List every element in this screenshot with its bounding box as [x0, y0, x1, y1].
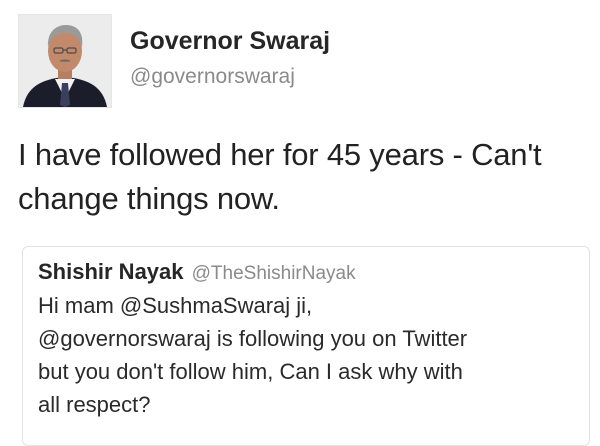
quoted-text-line: all respect? [38, 392, 151, 417]
author-names: Governor Swaraj @governorswaraj [130, 26, 330, 90]
avatar-portrait-icon [19, 15, 111, 107]
tweet-text: I have followed her for 45 years - Can't… [18, 133, 593, 221]
quoted-text-line: but you don't follow him, Can I ask why … [38, 359, 463, 384]
quoted-tweet-card[interactable]: Shishir Nayak @TheShishirNayak Hi mam @S… [22, 246, 590, 446]
avatar[interactable] [18, 14, 112, 108]
quoted-tweet-header: Shishir Nayak @TheShishirNayak [38, 257, 575, 289]
quoted-text-line: @governorswaraj is following you on Twit… [38, 326, 468, 351]
quoted-author-display-name: Shishir Nayak [38, 259, 184, 284]
tweet-text-line: I have followed her for 45 years - Can't [18, 137, 542, 172]
quoted-tweet-text: Hi mam @SushmaSwaraj ji, @governorswaraj… [38, 289, 575, 421]
tweet-text-line: change things now. [18, 181, 280, 216]
tweet-header: Governor Swaraj @governorswaraj [18, 14, 330, 110]
quoted-text-line: Hi mam @SushmaSwaraj ji, [38, 293, 313, 318]
quoted-author-handle: @TheShishirNayak [191, 263, 356, 284]
author-handle[interactable]: @governorswaraj [130, 64, 330, 90]
tweet: Governor Swaraj @governorswaraj I have f… [0, 0, 600, 446]
author-display-name[interactable]: Governor Swaraj [130, 26, 330, 56]
